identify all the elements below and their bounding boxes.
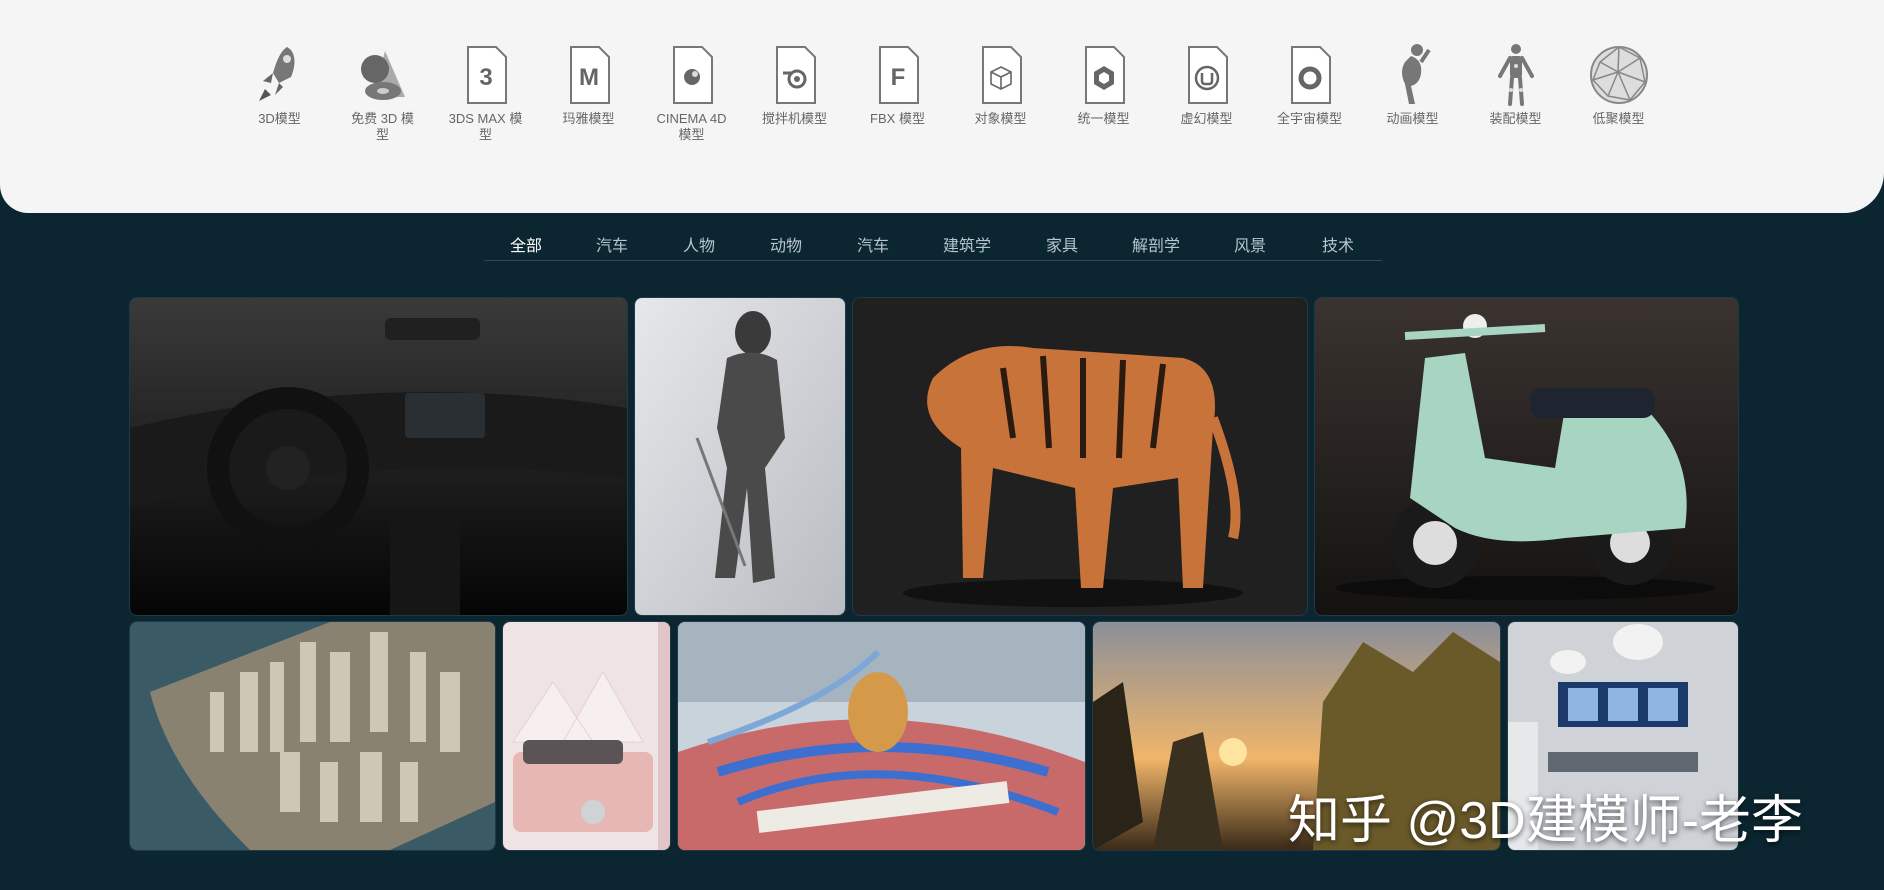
unreal-icon — [1176, 40, 1238, 110]
category-free-models[interactable]: 免费 3D 模型 — [331, 40, 434, 143]
category-label: 动画模型 — [1386, 111, 1439, 126]
category-label: CINEMA 4D 模型 — [656, 111, 727, 142]
gallery-tiger[interactable] — [852, 297, 1308, 616]
category-cinema4d-models[interactable]: CINEMA 4D 模型 — [640, 40, 743, 143]
category-maya-models[interactable]: M 玛雅模型 — [537, 40, 640, 143]
watermark: 知乎 @3D建模师-老李 — [1288, 792, 1804, 850]
tab-furniture[interactable]: 家具 — [1046, 232, 1078, 256]
category-low-poly-models[interactable]: 低聚模型 — [1567, 40, 1670, 143]
blender-icon — [764, 40, 826, 110]
universe-ring-icon — [1279, 40, 1341, 110]
gallery-bedroom[interactable] — [502, 621, 671, 851]
tab-technology[interactable]: 技术 — [1322, 232, 1354, 256]
category-label: 对象模型 — [974, 111, 1027, 126]
free-shapes-icon — [352, 40, 414, 110]
category-blender-models[interactable]: 搅拌机模型 — [743, 40, 846, 143]
svg-text:3: 3 — [479, 64, 492, 91]
category-universe-models[interactable]: 全宇宙模型 — [1258, 40, 1361, 143]
category-animated-models[interactable]: 动画模型 — [1361, 40, 1464, 143]
obj-cube-icon — [970, 40, 1032, 110]
filter-tabs: 全部 汽车 人物 动物 汽车 建筑学 家具 解剖学 风景 技术 — [484, 228, 1382, 261]
category-label: FBX 模型 — [870, 111, 925, 126]
category-unity-models[interactable]: 统一模型 — [1052, 40, 1155, 143]
category-label: 全宇宙模型 — [1276, 111, 1342, 126]
category-rigged-models[interactable]: 装配模型 — [1464, 40, 1567, 143]
tab-architecture[interactable]: 建筑学 — [943, 232, 991, 256]
maya-icon: M — [558, 40, 620, 110]
category-label: 玛雅模型 — [562, 111, 615, 126]
3ds-max-icon: 3 — [455, 40, 517, 110]
category-3dsmax-models[interactable]: 3 3DS MAX 模型 — [434, 40, 537, 143]
category-label: 搅拌机模型 — [761, 111, 827, 126]
svg-text:F: F — [890, 64, 905, 91]
tab-all[interactable]: 全部 — [510, 232, 542, 256]
rocket-icon — [249, 40, 311, 110]
tab-characters[interactable]: 人物 — [683, 232, 715, 256]
animated-figure-icon — [1382, 40, 1444, 110]
category-panel: 3D模型 免费 3D 模型 3 3DS MAX 模型 M 玛雅模型 CINEMA… — [0, 0, 1884, 213]
category-label: 免费 3D 模型 — [351, 111, 414, 142]
category-label: 3DS MAX 模型 — [448, 111, 523, 142]
category-3d-models[interactable]: 3D模型 — [228, 40, 331, 143]
gallery-scooter[interactable] — [1314, 297, 1739, 616]
gallery-car-interior[interactable] — [129, 297, 628, 616]
category-row: 3D模型 免费 3D 模型 3 3DS MAX 模型 M 玛雅模型 CINEMA… — [228, 40, 1670, 143]
gallery-knight[interactable] — [634, 297, 846, 616]
tab-animals[interactable]: 动物 — [770, 232, 802, 256]
category-unreal-models[interactable]: 虚幻模型 — [1155, 40, 1258, 143]
category-fbx-models[interactable]: F FBX 模型 — [846, 40, 949, 143]
cinema4d-icon — [661, 40, 723, 110]
tab-cars[interactable]: 汽车 — [596, 232, 628, 256]
category-label: 装配模型 — [1489, 111, 1542, 126]
unity-icon — [1073, 40, 1135, 110]
gallery-city[interactable] — [129, 621, 496, 851]
low-poly-sphere-icon — [1588, 40, 1650, 110]
category-label: 3D模型 — [258, 111, 301, 126]
rigged-figure-icon — [1485, 40, 1547, 110]
category-label: 低聚模型 — [1592, 111, 1645, 126]
category-label: 统一模型 — [1077, 111, 1130, 126]
tab-cars-2[interactable]: 汽车 — [857, 232, 889, 256]
svg-text:M: M — [579, 64, 599, 91]
category-label: 虚幻模型 — [1180, 111, 1233, 126]
category-obj-models[interactable]: 对象模型 — [949, 40, 1052, 143]
tab-anatomy[interactable]: 解剖学 — [1132, 232, 1180, 256]
tab-landscape[interactable]: 风景 — [1234, 232, 1266, 256]
fbx-icon: F — [867, 40, 929, 110]
gallery-anatomy[interactable] — [677, 621, 1086, 851]
